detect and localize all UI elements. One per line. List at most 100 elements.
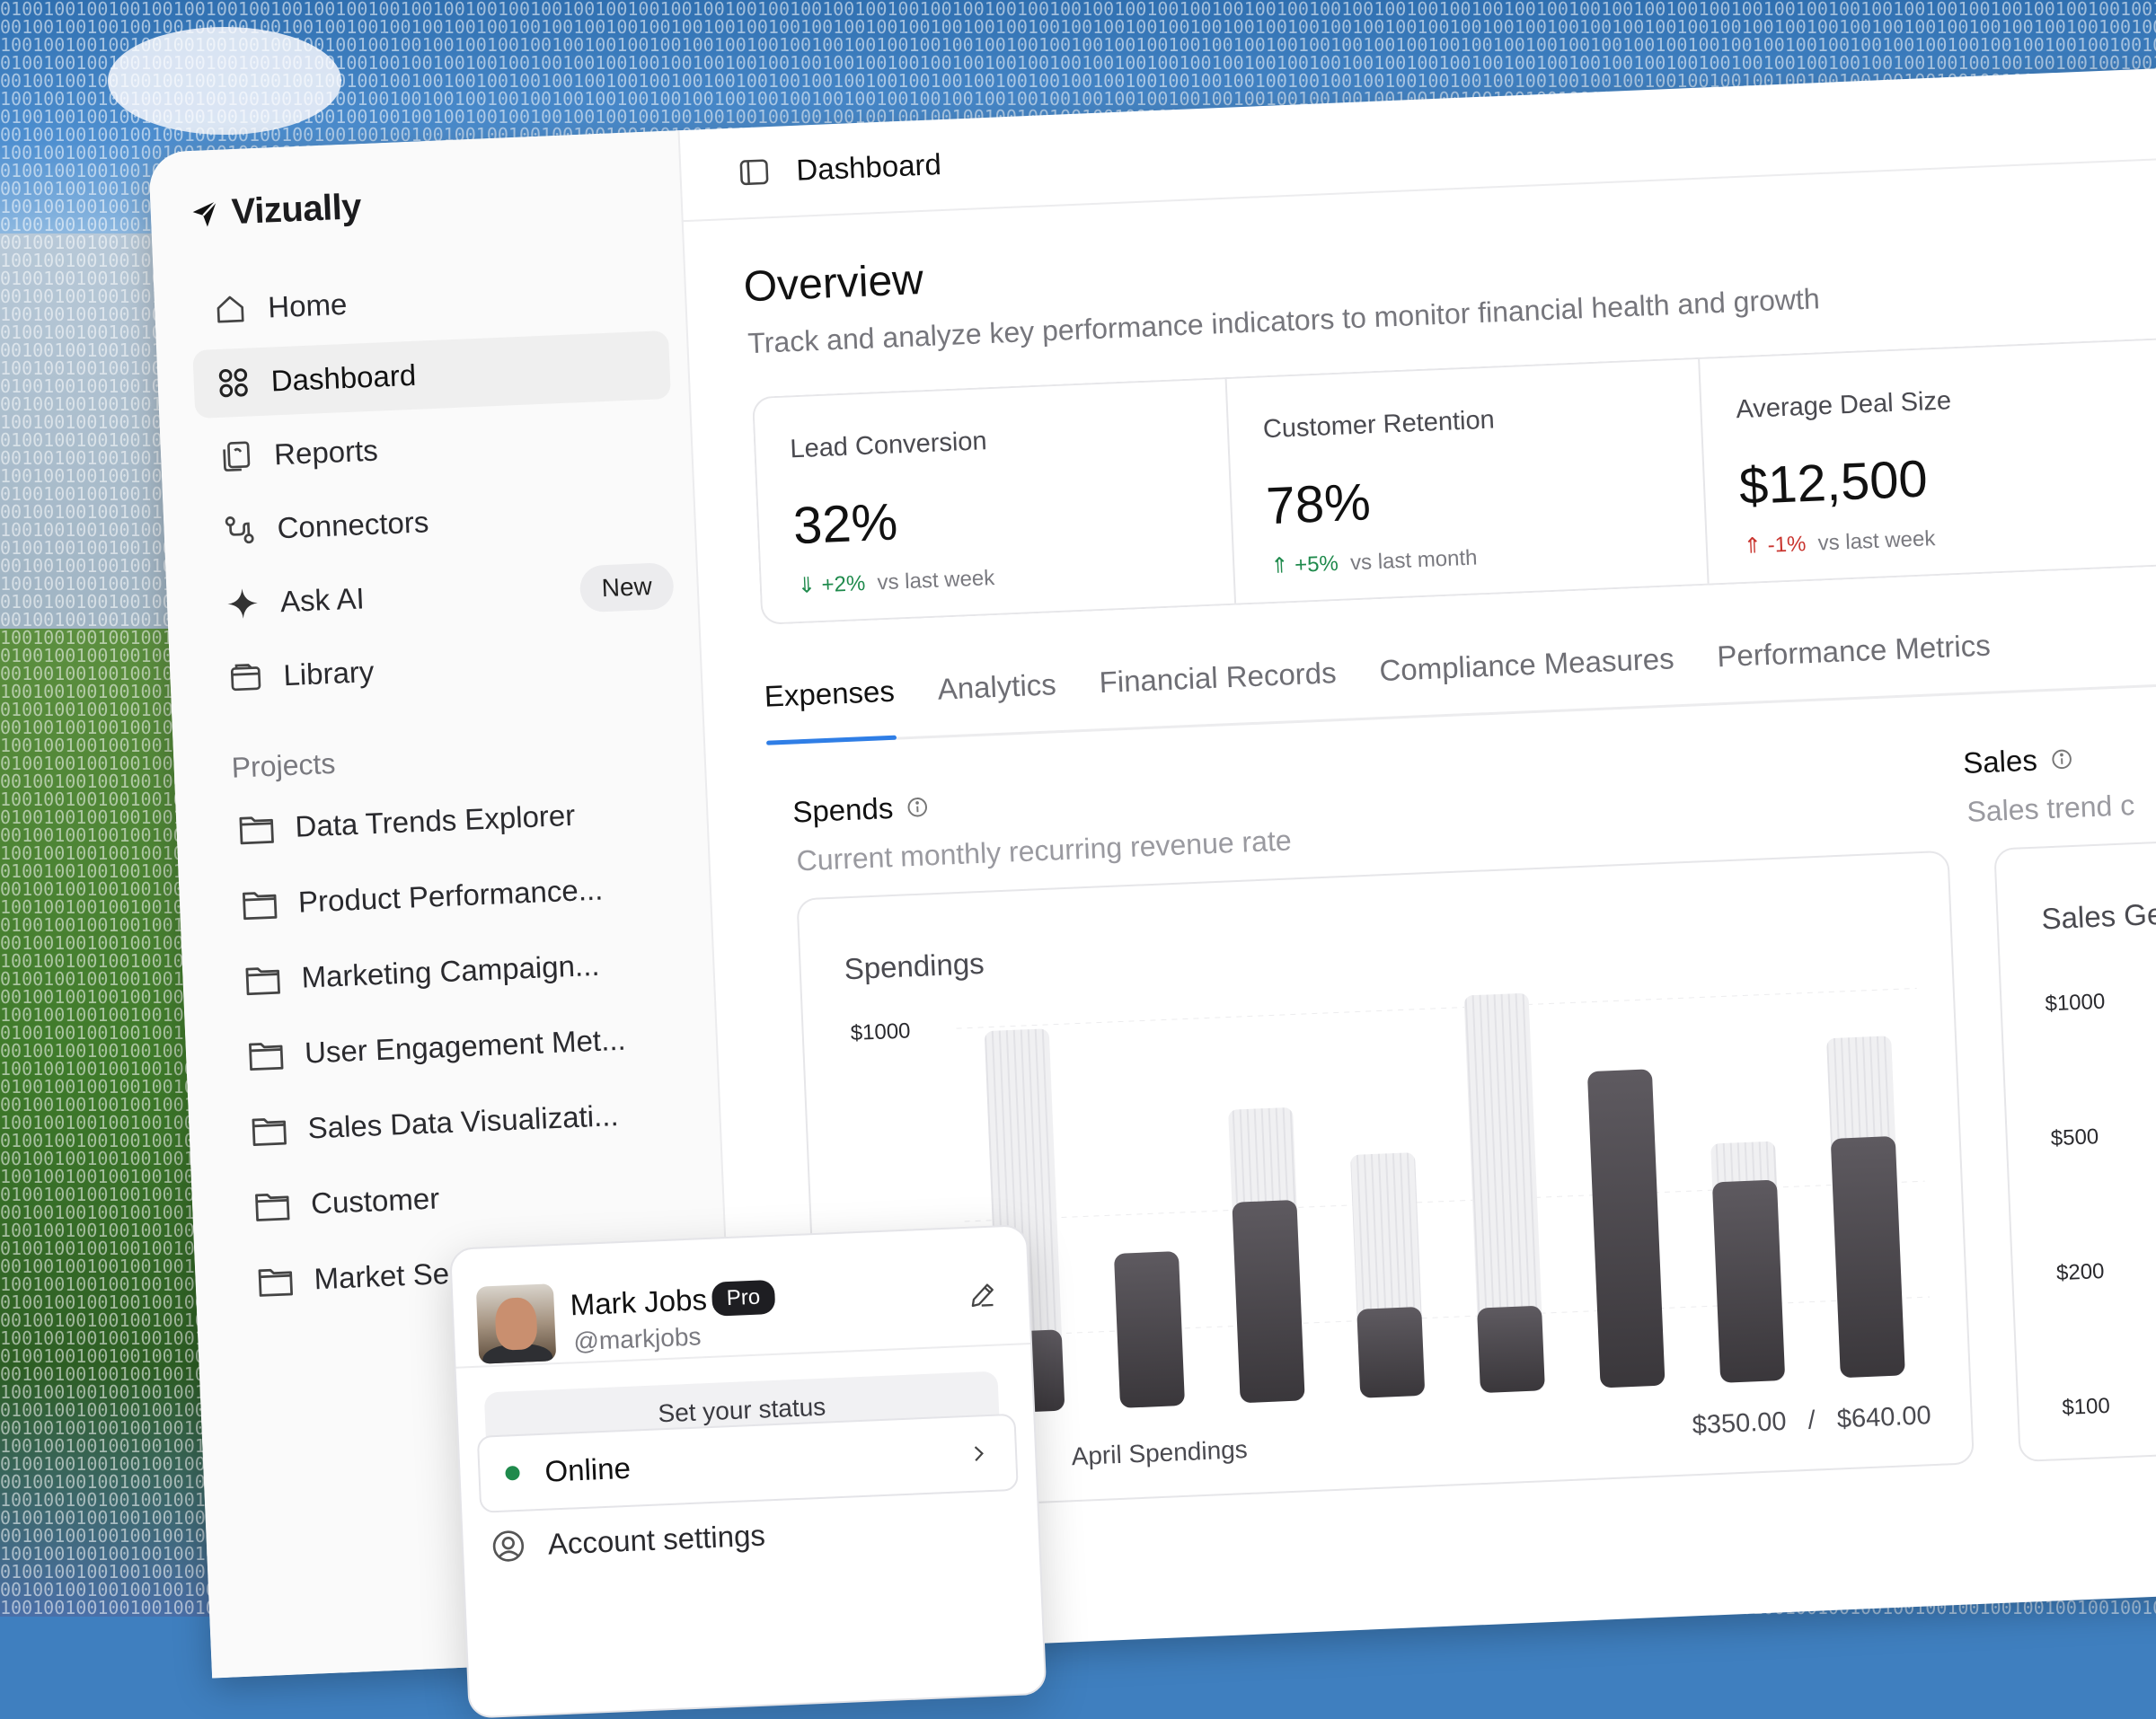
- folder-icon: [245, 967, 280, 996]
- profile-name: Mark Jobs: [569, 1283, 708, 1322]
- sidebar-item-library[interactable]: Library: [205, 625, 684, 713]
- info-icon[interactable]: [906, 795, 930, 819]
- spend-bar[interactable]: [1831, 1136, 1905, 1378]
- sidebar-nav: Home Dashboard Reports Connectors Ask AI…: [190, 257, 684, 718]
- sidebar-toggle-icon[interactable]: [737, 154, 773, 190]
- tab-financial-records[interactable]: Financial Records: [1099, 656, 1339, 728]
- kpi-delta: ⇓ +2% vs last week: [797, 565, 995, 599]
- kpi-delta-value: -1%: [1767, 532, 1807, 558]
- kpi-label: Customer Retention: [1262, 405, 1496, 445]
- pro-badge: Pro: [711, 1279, 775, 1317]
- chevron-right-icon: [974, 1446, 984, 1461]
- sidebar-item-label: Library: [282, 655, 376, 692]
- tab-bar: Expenses Analytics Financial Records Com…: [764, 618, 2156, 745]
- sparkle-icon: [227, 588, 258, 619]
- tab-expenses[interactable]: Expenses: [764, 674, 897, 743]
- amount-separator: /: [1807, 1406, 1816, 1435]
- edit-pencil-icon[interactable]: [967, 1279, 998, 1310]
- spend-bar[interactable]: [1477, 1306, 1545, 1394]
- profile-header: Mark Jobs Pro @markjobs: [451, 1226, 1031, 1369]
- trend-up-icon: ⇑: [1269, 553, 1290, 579]
- project-label: User Engagement Met...: [304, 1022, 627, 1070]
- kpi-row: Lead Conversion 32% ⇓ +2% vs last week C…: [751, 335, 2156, 625]
- sidebar-item-reports[interactable]: Reports: [196, 404, 675, 492]
- kpi-delta: ⇑ -1% vs last week: [1743, 525, 1936, 560]
- sales-card-title: Sales Ger: [2040, 896, 2156, 936]
- kpi-label: Lead Conversion: [789, 427, 988, 464]
- brand-logo[interactable]: Vizually: [190, 187, 362, 234]
- new-badge: New: [579, 561, 675, 613]
- folder-icon: [255, 1193, 290, 1221]
- kpi-value: $12,500: [1737, 449, 1929, 516]
- spend-bar[interactable]: [1232, 1200, 1305, 1403]
- sales-chart-card: Sales Ger $1000 $500 $200 $100: [1993, 833, 2156, 1463]
- folder-icon: [252, 1118, 287, 1146]
- kpi-delta-period: vs last month: [1349, 545, 1478, 576]
- avatar-face-shape: [494, 1297, 538, 1351]
- tab-performance-metrics[interactable]: Performance Metrics: [1717, 629, 1993, 703]
- project-label: Sales Data Visualizati...: [306, 1098, 620, 1145]
- kpi-card-customer-retention: Customer Retention 78% ⇑ +5% vs last mon…: [1226, 358, 1710, 604]
- kpi-delta-value: +2%: [821, 571, 866, 598]
- kpi-card-average-deal-size: Average Deal Size $12,500 ⇑ -1% vs last …: [1700, 339, 2156, 584]
- info-icon[interactable]: [2049, 747, 2073, 771]
- sidebar-item-ask-ai[interactable]: Ask AI New: [202, 551, 681, 639]
- sidebar-item-label: Dashboard: [270, 357, 417, 398]
- brand-name: Vizually: [230, 187, 362, 233]
- grid-line: [956, 987, 1917, 1029]
- folder-icon: [249, 1043, 284, 1071]
- spend-bar[interactable]: [1587, 1069, 1666, 1388]
- kpi-delta: ⇑ +5% vs last month: [1270, 544, 1478, 579]
- sales-title: Sales: [1962, 742, 2073, 780]
- status-label: Online: [543, 1450, 632, 1488]
- sidebar-item-connectors[interactable]: Connectors: [199, 478, 677, 566]
- project-label: Data Trends Explorer: [294, 798, 576, 843]
- logo-arrow-icon: [192, 199, 217, 226]
- online-status-dot: [505, 1465, 520, 1481]
- tab-compliance-measures[interactable]: Compliance Measures: [1379, 641, 1676, 717]
- reports-icon: [223, 441, 251, 472]
- project-label: Marketing Campaign...: [300, 948, 601, 994]
- breadcrumb: Dashboard: [795, 147, 942, 187]
- kpi-value: 78%: [1265, 472, 1372, 536]
- spends-subtitle: Current monthly recurring revenue rate: [795, 824, 1293, 877]
- connectors-icon: [225, 516, 254, 544]
- app-window: Vizually Home Dashboard Reports Connecto…: [148, 66, 2156, 1679]
- kpi-delta-period: vs last week: [1817, 526, 1936, 556]
- spend-bar[interactable]: [1356, 1307, 1425, 1398]
- grid-line: [969, 1296, 1931, 1338]
- spends-title: Spends: [792, 789, 930, 829]
- page-title: Overview: [742, 256, 924, 312]
- home-icon: [216, 295, 244, 323]
- trend-up-icon: ⇓: [797, 573, 817, 599]
- folder-icon: [239, 816, 274, 845]
- sales-y-tick: $200: [2055, 1258, 2106, 1286]
- kpi-delta-value: +5%: [1294, 551, 1339, 577]
- sales-y-tick: $500: [2050, 1124, 2099, 1151]
- spends-title-text: Spends: [791, 790, 894, 829]
- sidebar-item-home[interactable]: Home: [190, 257, 668, 345]
- spend-bar[interactable]: [1712, 1179, 1785, 1383]
- profile-handle: @markjobs: [572, 1322, 702, 1356]
- folder-icon: [242, 892, 278, 921]
- kpi-card-lead-conversion: Lead Conversion 32% ⇓ +2% vs last week: [754, 378, 1237, 623]
- sales-y-tick: $1000: [2044, 989, 2106, 1017]
- project-label: Product Performance...: [297, 872, 604, 919]
- library-icon: [230, 664, 261, 692]
- sidebar-item-label: Connectors: [276, 505, 430, 545]
- account-settings-item[interactable]: Account settings: [490, 1518, 766, 1565]
- avatar[interactable]: [475, 1283, 557, 1364]
- sidebar-item-dashboard[interactable]: Dashboard: [192, 330, 671, 419]
- sidebar-item-label: Ask AI: [279, 581, 366, 619]
- user-circle-icon: [492, 1530, 525, 1562]
- total-spend-value: $640.00: [1836, 1401, 1932, 1434]
- kpi-value: 32%: [791, 492, 899, 556]
- sidebar-item-label: Home: [267, 286, 349, 324]
- sidebar-item-label: Reports: [273, 433, 379, 472]
- tab-analytics[interactable]: Analytics: [937, 667, 1058, 735]
- sales-title-text: Sales: [1962, 743, 2038, 780]
- projects-list: Data Trends Explorer Product Performance…: [229, 773, 700, 1319]
- grid-line: [964, 1180, 1925, 1222]
- account-settings-label: Account settings: [547, 1518, 766, 1561]
- spend-bar[interactable]: [1114, 1251, 1185, 1408]
